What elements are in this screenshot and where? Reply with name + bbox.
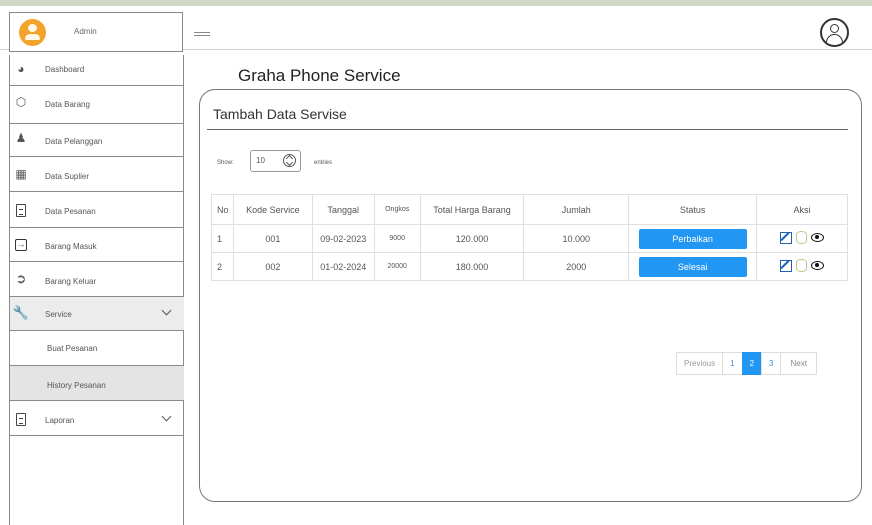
- cell-kode: 002: [232, 252, 313, 281]
- page-title: Graha Phone Service: [238, 66, 401, 85]
- cell-aksi: [756, 252, 848, 281]
- sidebar-item-label: Data Pesanan: [45, 207, 96, 216]
- next-page-button[interactable]: Next: [780, 352, 817, 375]
- cell-jumlah: 10.000: [523, 224, 630, 253]
- cell-kode: 001: [232, 224, 313, 253]
- logout-icon: ➲: [15, 271, 27, 286]
- sidebar-item-label: Laporan: [45, 416, 75, 425]
- cell-tanggal: 09-02-2023: [311, 224, 375, 253]
- wrench-icon: 🔧: [12, 305, 30, 320]
- sidebar-subitem-history-pesanan[interactable]: History Pesanan: [10, 366, 184, 401]
- service-table: No Kode Service Tanggal Ongkos Total Har…: [211, 194, 848, 281]
- col-header-ongkos: Ongkos: [373, 194, 421, 225]
- pagination: Previous 1 2 3 Next: [676, 352, 817, 375]
- sidebar-item-data-pesanan[interactable]: Data Pesanan: [10, 192, 184, 228]
- status-button[interactable]: Selesai: [638, 256, 747, 277]
- edit-icon[interactable]: [780, 259, 793, 272]
- col-header-jumlah: Jumlah: [523, 194, 630, 225]
- sidebar-item-data-suplier[interactable]: ▦ Data Suplier: [10, 157, 184, 192]
- cell-status: Perbaikan: [628, 224, 758, 253]
- admin-avatar-icon: [19, 19, 46, 46]
- cell-no: 1: [211, 224, 234, 253]
- top-bar: Admin: [0, 6, 872, 52]
- sidebar-item-barang-keluar[interactable]: ➲ Barang Keluar: [10, 262, 184, 297]
- show-label: Show:: [217, 160, 234, 166]
- page-2-button[interactable]: 2: [741, 352, 763, 375]
- sidebar-subitem-label: Buat Pesanan: [47, 344, 98, 353]
- sidebar-subitem-label: History Pesanan: [47, 381, 106, 390]
- sidebar-item-label: Data Pelanggan: [45, 137, 103, 146]
- cell-aksi: [756, 224, 848, 253]
- col-header-total: Total Harga Barang: [419, 194, 525, 225]
- hamburger-menu-icon[interactable]: [194, 32, 210, 40]
- sidebar-item-dashboard[interactable]: ◕ Dashboard: [10, 55, 184, 86]
- col-header-no: No: [211, 194, 234, 225]
- cell-tanggal: 01-02-2024: [311, 252, 375, 281]
- box-icon: ⬡: [15, 95, 27, 109]
- sidebar: ◕ Dashboard ⬡ Data Barang ♟ Data Pelangg…: [9, 55, 184, 525]
- database-icon[interactable]: [796, 231, 808, 245]
- previous-page-button[interactable]: Previous: [676, 352, 724, 375]
- eye-icon[interactable]: [811, 261, 825, 271]
- status-button[interactable]: Perbaikan: [638, 228, 747, 249]
- entries-label: entries: [314, 160, 333, 166]
- card-title: Tambah Data Servise: [213, 106, 347, 122]
- content-card: Tambah Data Servise Show: 10 entries No …: [199, 89, 862, 502]
- cell-no: 2: [211, 252, 234, 281]
- sidebar-item-data-pelanggan[interactable]: ♟ Data Pelanggan: [10, 124, 184, 157]
- sidebar-item-label: Barang Masuk: [45, 242, 97, 251]
- sidebar-item-label: Service: [45, 310, 72, 319]
- page-1-button[interactable]: 1: [722, 352, 743, 375]
- cell-ongkos: 9000: [373, 224, 421, 253]
- page-3-button[interactable]: 3: [761, 352, 782, 375]
- cell-total: 120.000: [419, 224, 525, 253]
- admin-label: Admin: [74, 27, 97, 36]
- clipboard-icon: [14, 203, 28, 217]
- col-header-aksi: Aksi: [756, 194, 848, 225]
- users-icon: ♟: [15, 131, 27, 145]
- sidebar-item-label: Data Suplier: [45, 172, 90, 181]
- cell-jumlah: 2000: [523, 252, 630, 281]
- database-icon[interactable]: [796, 259, 808, 273]
- sidebar-subitem-buat-pesanan[interactable]: Buat Pesanan: [10, 331, 184, 366]
- user-account-icon[interactable]: [820, 18, 849, 47]
- sidebar-item-data-barang[interactable]: ⬡ Data Barang: [10, 86, 184, 124]
- table-row: 2 002 01-02-2024 20000 180.000 2000 Sele…: [211, 252, 848, 281]
- entries-value: 10: [256, 156, 265, 165]
- sidebar-item-label: Data Barang: [45, 100, 90, 109]
- document-icon: [14, 412, 28, 426]
- edit-icon[interactable]: [780, 231, 793, 244]
- divider: [207, 129, 848, 130]
- col-header-tanggal: Tanggal: [311, 194, 375, 225]
- sidebar-item-barang-masuk[interactable]: → Barang Masuk: [10, 228, 184, 262]
- entries-select[interactable]: 10: [250, 150, 301, 172]
- cell-ongkos: 20000: [373, 252, 421, 281]
- chevron-down-icon: [161, 305, 172, 316]
- eye-icon[interactable]: [811, 233, 825, 243]
- spinner-icon: [283, 154, 296, 167]
- table-row: 1 001 09-02-2023 9000 120.000 10.000 Per…: [211, 224, 848, 253]
- sidebar-item-label: Barang Keluar: [45, 277, 97, 286]
- cell-total: 180.000: [419, 252, 525, 281]
- table-header-row: No Kode Service Tanggal Ongkos Total Har…: [211, 194, 848, 225]
- dashboard-icon: ◕: [17, 62, 25, 76]
- sidebar-item-label: Dashboard: [45, 65, 85, 74]
- building-icon: ▦: [15, 167, 27, 181]
- chevron-down-icon: [161, 411, 172, 422]
- sidebar-item-laporan[interactable]: Laporan: [10, 401, 184, 436]
- col-header-status: Status: [628, 194, 758, 225]
- cell-status: Selesai: [628, 252, 758, 281]
- admin-profile[interactable]: Admin: [9, 12, 183, 52]
- sidebar-item-service[interactable]: 🔧 Service: [10, 297, 184, 331]
- col-header-kode: Kode Service: [232, 194, 313, 225]
- login-icon: →: [15, 239, 27, 251]
